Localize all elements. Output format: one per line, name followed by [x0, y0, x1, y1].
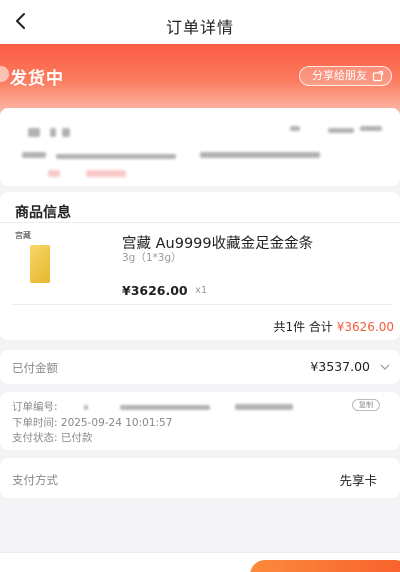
total-amount: ¥3626.00 [336, 320, 394, 334]
order-number-row: 订单编号: [12, 399, 58, 414]
payment-status-label: 支付状态: [12, 432, 58, 444]
payment-method-label: 支付方式 [12, 473, 58, 487]
order-time-label: 下单时间: [12, 417, 58, 429]
payment-method-value: 先享卡 [339, 473, 377, 488]
gold-bar-image [30, 245, 50, 283]
product-spec: 3g（1*3g） [122, 252, 182, 264]
address-card [0, 108, 400, 186]
payment-status-row: 支付状态: 已付款 [12, 430, 92, 445]
share-to-friends-button[interactable]: 分享给朋友 [299, 66, 392, 86]
paid-amount-value: ¥3537.00 [310, 359, 370, 374]
chevron-down-icon[interactable] [380, 363, 390, 371]
page-title: 订单详情 [165, 18, 234, 37]
payment-status-value: 已付款 [60, 432, 93, 444]
share-icon [372, 70, 384, 82]
product-price: ¥3626.00 [122, 283, 188, 298]
goods-section-title: 商品信息 [15, 205, 71, 221]
product-quantity: x1 [195, 285, 208, 296]
nav-bar: 订单详情 [0, 0, 400, 44]
order-time-row: 下单时间: 2025-09-24 10:01:57 [12, 415, 172, 430]
order-time-value: 2025-09-24 10:01:57 [60, 417, 173, 429]
divider [0, 222, 400, 223]
share-button-label: 分享给朋友 [312, 69, 367, 82]
order-status-text: 发货中 [10, 69, 64, 89]
total-prefix: 共1件 合计 [273, 320, 333, 334]
order-total: 共1件 合计 ¥3626.00 [273, 318, 394, 335]
paid-amount-label: 已付金额 [12, 361, 58, 375]
product-brand-logo: 宫藏 [15, 231, 31, 240]
bottom-action-button[interactable] [250, 560, 400, 572]
divider [12, 304, 392, 305]
copy-order-number-button[interactable]: 复制 [352, 399, 380, 411]
order-number-label: 订单编号: [12, 401, 58, 413]
